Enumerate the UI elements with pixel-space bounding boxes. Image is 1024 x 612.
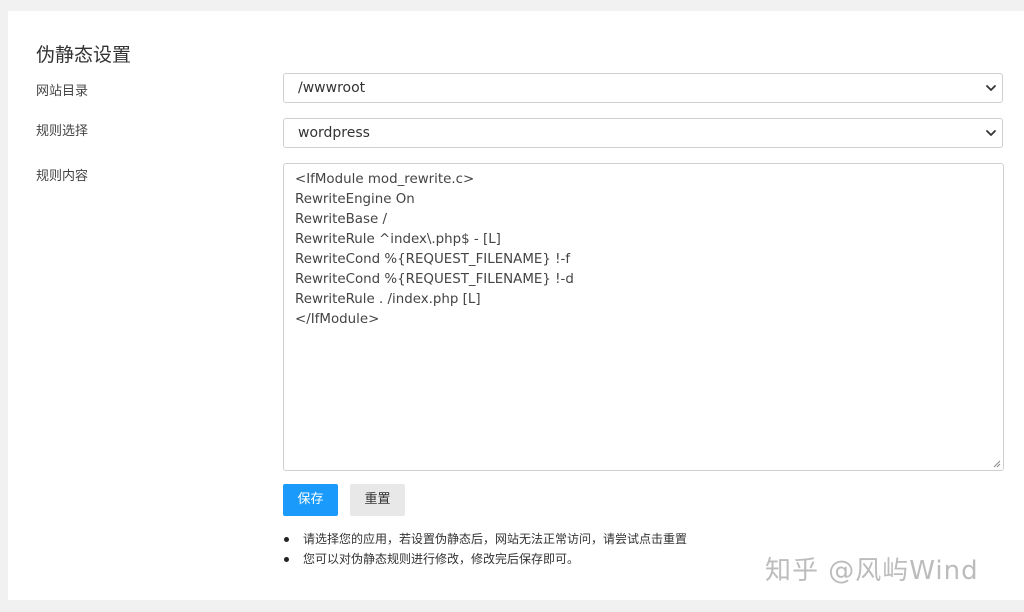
- reset-button[interactable]: 重置: [350, 484, 405, 516]
- chevron-down-icon: [986, 85, 996, 91]
- settings-panel: 伪静态设置 网站目录 /wwwroot 规则选择 wordpress 规则内容 …: [8, 11, 1024, 600]
- rule-line: </IfModule>: [295, 312, 380, 327]
- rule-line: RewriteCond %{REQUEST_FILENAME} !-f: [295, 252, 571, 267]
- rule-content-textarea[interactable]: <IfModule mod_rewrite.c> RewriteEngine O…: [283, 163, 1004, 471]
- rule-select-value: wordpress: [298, 125, 370, 141]
- watermark: 知乎 @风屿Wind: [765, 556, 979, 586]
- rule-select-label: 规则选择: [36, 124, 89, 139]
- rule-line: RewriteBase /: [295, 212, 387, 227]
- page-title: 伪静态设置: [36, 44, 132, 66]
- tips-list: 请选择您的应用，若设置伪静态后，网站无法正常访问，请尝试点击重置 您可以对伪静态…: [281, 529, 687, 569]
- tip-item: 您可以对伪静态规则进行修改，修改完后保存即可。: [281, 549, 687, 569]
- rule-select[interactable]: wordpress: [283, 118, 1003, 148]
- site-dir-label: 网站目录: [36, 84, 89, 99]
- rule-line: <IfModule mod_rewrite.c>: [295, 172, 475, 187]
- tip-item: 请选择您的应用，若设置伪静态后，网站无法正常访问，请尝试点击重置: [281, 529, 687, 549]
- rule-content-lines: <IfModule mod_rewrite.c> RewriteEngine O…: [295, 170, 574, 330]
- rule-content-label: 规则内容: [36, 169, 89, 184]
- rule-line: RewriteRule . /index.php [L]: [295, 292, 481, 307]
- chevron-down-icon: [986, 130, 996, 136]
- resize-grip-icon[interactable]: [993, 460, 1001, 468]
- rule-line: RewriteCond %{REQUEST_FILENAME} !-d: [295, 272, 574, 287]
- save-button[interactable]: 保存: [283, 484, 338, 516]
- site-dir-select[interactable]: /wwwroot: [283, 73, 1003, 103]
- site-dir-value: /wwwroot: [298, 80, 366, 96]
- rule-line: RewriteRule ^index\.php$ - [L]: [295, 232, 501, 247]
- rule-line: RewriteEngine On: [295, 192, 415, 207]
